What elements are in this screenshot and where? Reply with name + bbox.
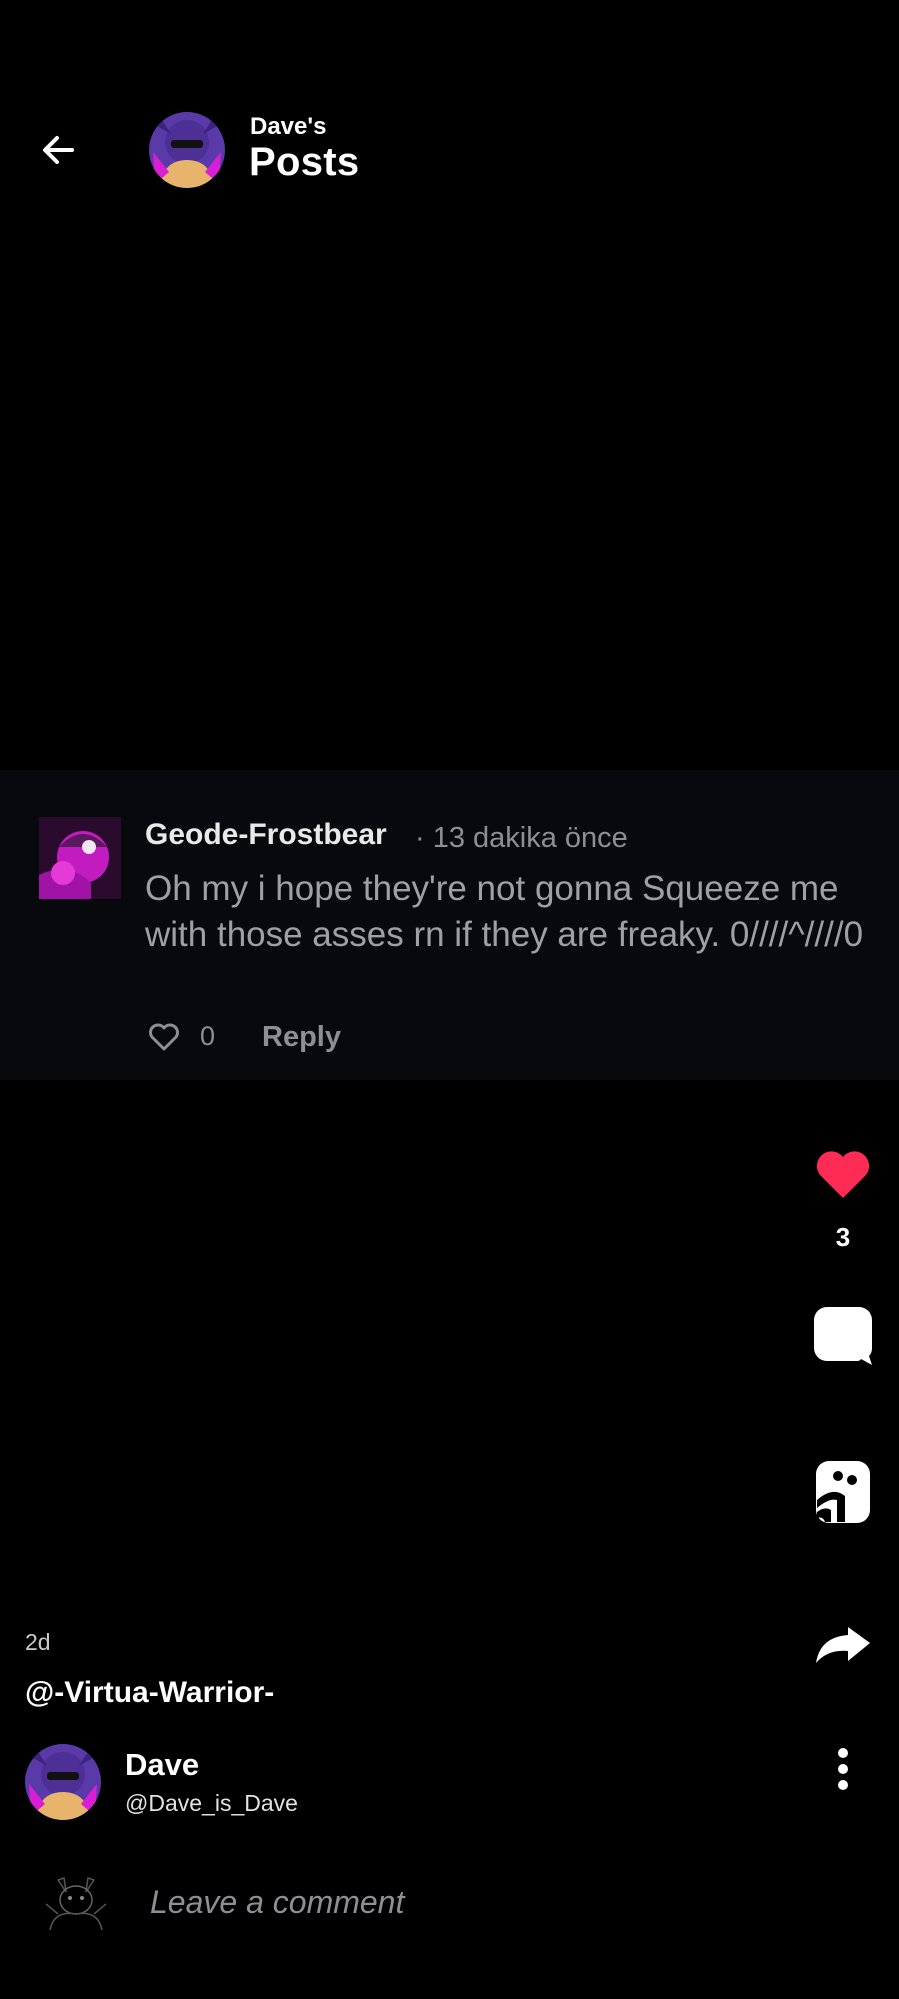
avatar-image	[39, 817, 121, 899]
share-arrow-icon	[816, 1627, 870, 1663]
comment-author-name[interactable]: Geode-Frostbear	[145, 818, 387, 852]
author-name[interactable]: Dave	[125, 1747, 199, 1783]
page-title: Posts	[249, 140, 360, 184]
back-arrow-icon	[43, 136, 74, 164]
more-vertical-icon	[838, 1748, 848, 1790]
post-mention-link[interactable]: @-Virtua-Warrior-	[25, 1676, 274, 1710]
header-avatar[interactable]	[149, 112, 225, 188]
comment-text: Oh my i hope they're not gonna Squeeze m…	[145, 869, 864, 954]
remix-icon	[816, 1461, 870, 1523]
like-button[interactable]	[808, 1148, 878, 1208]
chat-bubble-icon	[814, 1307, 872, 1365]
heart-filled-icon	[816, 1151, 870, 1198]
remix-button[interactable]	[808, 1460, 878, 1526]
post-age: 2d	[25, 1629, 51, 1655]
comment-author-avatar[interactable]	[39, 817, 121, 899]
comment-button[interactable]	[808, 1305, 878, 1367]
comment-timestamp: · 13 dakika önce	[415, 822, 628, 854]
comment-input[interactable]	[150, 1880, 770, 1924]
like-count: 3	[835, 1222, 851, 1252]
comment-like-button[interactable]: 0	[148, 1021, 215, 1052]
avatar-image	[44, 1870, 108, 1934]
more-options-button[interactable]	[808, 1748, 878, 1794]
comment-like-count: 0	[200, 1021, 216, 1051]
author-handle[interactable]: @Dave_is_Dave	[125, 1790, 298, 1817]
heart-outline-icon	[149, 1023, 179, 1050]
back-button[interactable]	[28, 120, 88, 180]
avatar-image	[149, 112, 225, 188]
reply-button[interactable]: Reply	[262, 1021, 341, 1054]
avatar-image	[25, 1744, 101, 1820]
current-user-avatar	[44, 1870, 108, 1934]
author-avatar[interactable]	[25, 1744, 101, 1820]
header-owner-label: Dave's	[250, 113, 327, 140]
share-button[interactable]	[808, 1625, 878, 1675]
